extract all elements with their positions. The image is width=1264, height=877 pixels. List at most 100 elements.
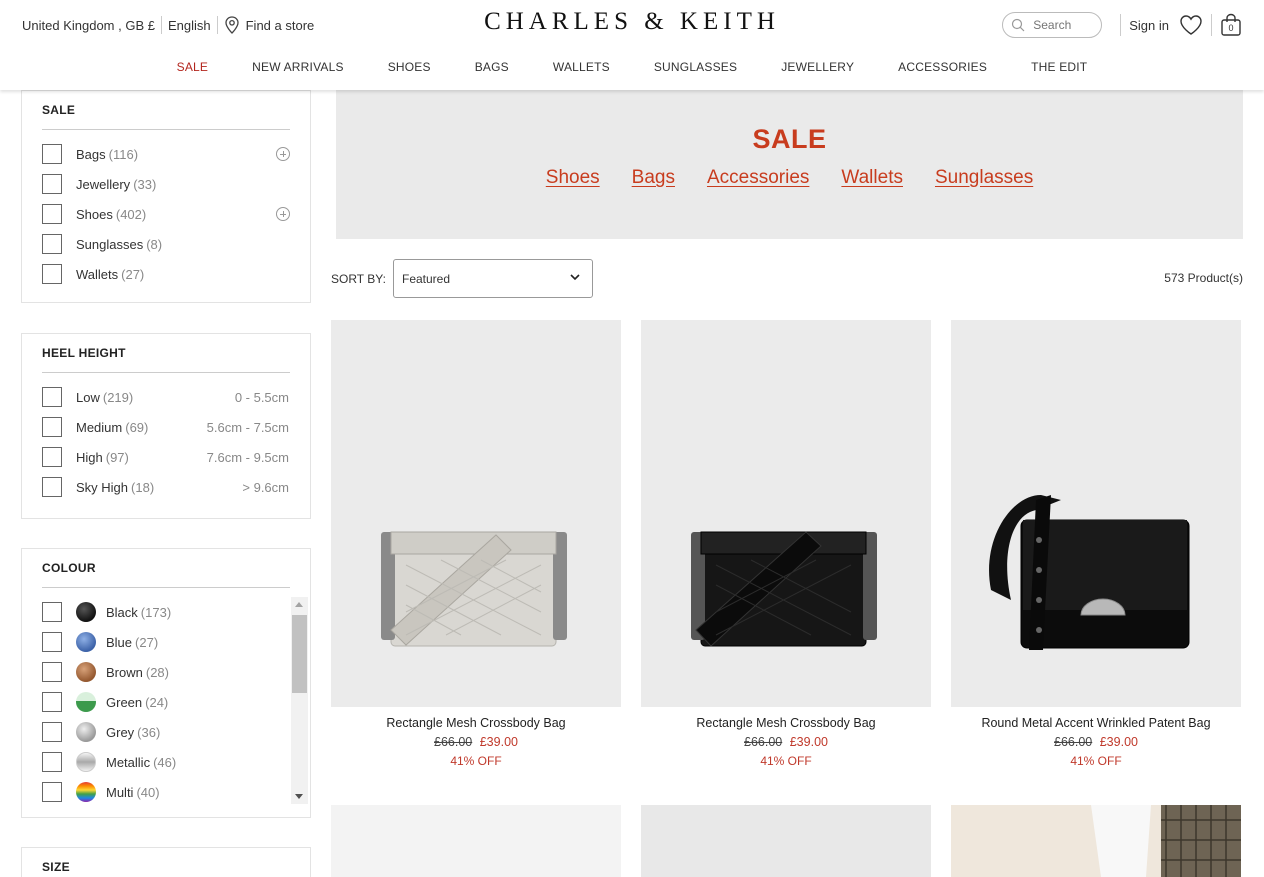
checkbox[interactable] (42, 632, 62, 652)
product-price: £66.00 £39.00 (641, 735, 931, 749)
option-label: Grey (106, 724, 135, 740)
checkbox[interactable] (42, 234, 62, 254)
filter-option-multi[interactable]: Multi (40) (22, 777, 310, 807)
option-label: Blue (106, 634, 133, 650)
nav-sunglasses[interactable]: SUNGLASSES (632, 60, 759, 74)
nav-new-arrivals[interactable]: NEW ARRIVALS (230, 60, 366, 74)
checkbox[interactable] (42, 602, 62, 622)
banner-title: SALE (752, 124, 827, 154)
nav-wallets[interactable]: WALLETS (531, 60, 632, 74)
nav-bags[interactable]: BAGS (453, 60, 531, 74)
filter-option-shoes[interactable]: Shoes (402) (22, 199, 310, 229)
scroll-up-arrow-icon[interactable] (295, 602, 303, 607)
banner-links: Shoes Bags Accessories Wallets Sunglasse… (336, 167, 1243, 189)
checkbox[interactable] (42, 477, 62, 497)
sort-dropdown[interactable]: Featured (393, 259, 593, 298)
discount-label: 41% OFF (450, 754, 502, 768)
nav-jewellery[interactable]: JEWELLERY (759, 60, 876, 74)
patent-bag-image (989, 495, 1190, 650)
colour-swatch (76, 722, 96, 742)
product-image[interactable] (951, 320, 1241, 707)
filter-option-jewellery[interactable]: Jewellery (33) (22, 169, 310, 199)
filter-option-metallic[interactable]: Metallic (46) (22, 747, 310, 777)
scrollbar-thumb[interactable] (292, 615, 307, 693)
scroll-down-arrow-icon[interactable] (295, 794, 303, 799)
sale-price: £39.00 (789, 735, 828, 749)
product-name[interactable]: Round Metal Accent Wrinkled Patent Bag (951, 716, 1241, 730)
filter-option-bags[interactable]: Bags (116) (22, 139, 310, 169)
expand-plus-icon[interactable] (276, 147, 290, 161)
checkbox[interactable] (42, 752, 62, 772)
option-count: (27) (135, 634, 159, 650)
product-card[interactable]: Round Metal Accent Wrinkled Patent Bag £… (951, 320, 1241, 768)
filter-option-high[interactable]: High (97) 7.6cm - 9.5cm (22, 442, 310, 472)
option-label: Medium (76, 419, 123, 435)
search-box[interactable] (1002, 12, 1103, 38)
colour-swatch (76, 602, 96, 622)
product-name[interactable]: Rectangle Mesh Crossbody Bag (331, 716, 621, 730)
product-image[interactable] (951, 805, 1241, 877)
option-count: (33) (133, 176, 157, 192)
product-image[interactable] (331, 805, 621, 877)
checkbox[interactable] (42, 144, 62, 164)
checkbox[interactable] (42, 204, 62, 224)
option-count: (219) (102, 389, 134, 405)
filter-option-sky-high[interactable]: Sky High (18) > 9.6cm (22, 472, 310, 502)
banner-link-shoes[interactable]: Shoes (546, 167, 600, 189)
checkbox[interactable] (42, 174, 62, 194)
cart-count: 0 (1228, 23, 1234, 33)
checkbox[interactable] (42, 447, 62, 467)
filter-option-medium[interactable]: Medium (69) 5.6cm - 7.5cm (22, 412, 310, 442)
checkbox[interactable] (42, 387, 62, 407)
main-nav: SALE NEW ARRIVALS SHOES BAGS WALLETS SUN… (0, 60, 1264, 74)
wishlist-heart-icon[interactable] (1179, 14, 1203, 36)
filter-option-blue[interactable]: Blue (27) (22, 627, 310, 657)
nav-the-edit[interactable]: THE EDIT (1009, 60, 1109, 74)
banner-link-sunglasses[interactable]: Sunglasses (935, 167, 1033, 189)
cart-button[interactable]: 0 (1220, 13, 1242, 37)
product-card[interactable]: Rectangle Mesh Crossbody Bag £66.00 £39.… (641, 320, 931, 768)
sign-in-link[interactable]: Sign in (1129, 18, 1169, 33)
crossbody-bag-image (691, 531, 877, 647)
checkbox[interactable] (42, 692, 62, 712)
expand-plus-icon[interactable] (276, 207, 290, 221)
filter-sale-panel: SALE Bags (116) Jewellery (33) Shoes (40… (21, 90, 311, 303)
filter-option-brown[interactable]: Brown (28) (22, 657, 310, 687)
nav-accessories[interactable]: ACCESSORIES (876, 60, 1009, 74)
product-card[interactable]: Rectangle Mesh Crossbody Bag £66.00 £39.… (331, 320, 621, 768)
option-count: (402) (115, 206, 147, 222)
option-label: Metallic (106, 754, 151, 770)
checkbox[interactable] (42, 782, 62, 802)
filter-option-grey[interactable]: Grey (36) (22, 717, 310, 747)
nav-shoes[interactable]: SHOES (366, 60, 453, 74)
colour-swatch (76, 662, 96, 682)
banner-link-bags[interactable]: Bags (632, 167, 675, 189)
product-image[interactable] (331, 320, 621, 707)
colour-swatch (76, 632, 96, 652)
product-name[interactable]: Rectangle Mesh Crossbody Bag (641, 716, 931, 730)
product-price: £66.00 £39.00 (331, 735, 621, 749)
checkbox[interactable] (42, 417, 62, 437)
checkbox[interactable] (42, 264, 62, 284)
filter-option-green[interactable]: Green (24) (22, 687, 310, 717)
checkbox[interactable] (42, 662, 62, 682)
colour-list-scrollbar[interactable] (291, 597, 308, 804)
original-price: £66.00 (1054, 735, 1093, 749)
option-range: 5.6cm - 7.5cm (206, 419, 289, 435)
filter-option-wallets[interactable]: Wallets (27) (22, 259, 310, 289)
search-icon (1012, 18, 1025, 32)
nav-sale[interactable]: SALE (155, 60, 231, 74)
product-price: £66.00 £39.00 (951, 735, 1241, 749)
product-image[interactable] (641, 320, 931, 707)
banner-link-wallets[interactable]: Wallets (841, 167, 903, 189)
filter-option-sunglasses[interactable]: Sunglasses (8) (22, 229, 310, 259)
original-price: £66.00 (434, 735, 473, 749)
filter-option-low[interactable]: Low (219) 0 - 5.5cm (22, 382, 310, 412)
filter-option-black[interactable]: Black (173) (22, 597, 310, 627)
search-input[interactable] (1033, 18, 1094, 32)
banner-link-accessories[interactable]: Accessories (707, 167, 809, 189)
colour-swatch (76, 752, 96, 772)
option-count: (24) (145, 694, 169, 710)
product-image[interactable] (641, 805, 931, 877)
checkbox[interactable] (42, 722, 62, 742)
